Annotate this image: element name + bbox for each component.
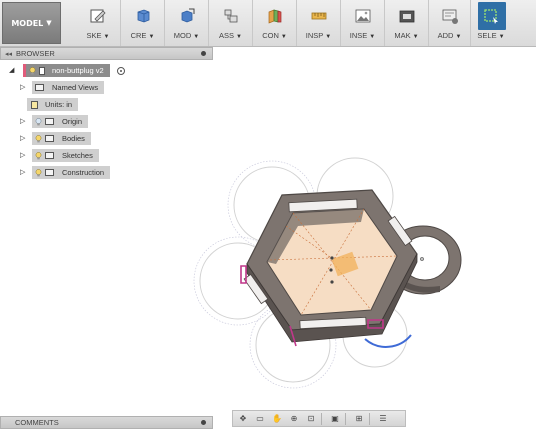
toolbar-insert-label: INSE — [349, 31, 368, 40]
caret-down-icon: ▼ — [46, 19, 52, 27]
browser-item-label: Named Views — [52, 83, 99, 92]
toolbar-assemble-label: ASS — [219, 31, 235, 40]
toolbar-select-group[interactable]: SELE ▼ — [471, 0, 511, 46]
toolbar-addins-group[interactable]: ADD ▼ — [429, 0, 471, 46]
browser-item-units[interactable]: Units: in — [27, 98, 79, 111]
comments-panel-header[interactable]: COMMENTS — [0, 416, 213, 429]
workspace-label: MODEL — [11, 18, 44, 28]
folder-icon — [45, 135, 54, 142]
toolbar-construct-label: CON — [262, 31, 279, 40]
panel-pin-icon[interactable] — [201, 420, 206, 425]
grid-icon[interactable]: ⊞ — [352, 413, 366, 425]
toolbar-inspect-label: INSP — [305, 31, 324, 40]
add-ins-icon — [442, 9, 458, 24]
activate-component-icon[interactable] — [116, 66, 125, 75]
toolbar-construct-group[interactable]: CON ▼ — [253, 0, 297, 46]
model-viewport[interactable] — [0, 47, 536, 429]
expand-triangle-icon[interactable]: ▷ — [20, 168, 28, 177]
create-box-icon — [137, 9, 149, 23]
toolbar-create-label: CRE — [130, 31, 147, 40]
browser-item-sketches[interactable]: ▷ Sketches — [20, 149, 99, 162]
collapse-arrows-icon[interactable]: ◂◂ — [5, 50, 12, 58]
browser-item-named-views[interactable]: ▷ Named Views — [20, 81, 105, 94]
units-document-icon — [31, 100, 38, 109]
zoom-icon[interactable]: ⊕ — [287, 413, 301, 425]
inspect-measure-icon — [311, 12, 326, 20]
expand-triangle-icon[interactable]: ▷ — [20, 134, 28, 143]
workspace-switcher-button[interactable]: MODEL ▼ — [2, 2, 61, 44]
browser-item-label: Origin — [62, 117, 83, 126]
browser-title: BROWSER — [16, 49, 55, 58]
hovered-circle-edge[interactable] — [364, 334, 412, 348]
toolbar-inspect-group[interactable]: INSP ▼ — [297, 0, 341, 46]
toolbar-sketch-label: SKE — [86, 31, 102, 40]
browser-item-bodies[interactable]: ▷ Bodies — [20, 132, 91, 145]
browser-item-origin[interactable]: ▷ Origin — [20, 115, 89, 128]
browser-item-label: Construction — [62, 168, 105, 177]
browser-item-label: Bodies — [62, 134, 85, 143]
folder-icon — [45, 118, 54, 125]
toolbar-create-group[interactable]: CRE ▼ — [121, 0, 165, 46]
display-settings-icon[interactable]: ▣ — [328, 413, 342, 425]
insert-image-icon — [355, 9, 370, 23]
assemble-icon — [224, 9, 237, 23]
visibility-bulb-icon[interactable] — [35, 117, 42, 126]
toolbar: MODEL ▼ SKE ▼ CRE ▼ MOD ▼ ASS ▼ CON ▼ IN… — [0, 0, 536, 47]
document-icon — [39, 66, 45, 75]
folder-icon — [35, 84, 44, 91]
orbit-icon[interactable]: ✥ — [236, 413, 250, 425]
modify-icon — [181, 8, 194, 23]
expand-triangle-icon[interactable]: ▷ — [20, 151, 28, 160]
pan-icon[interactable]: ✋ — [270, 413, 284, 425]
toolbar-modify-group[interactable]: MOD ▼ — [165, 0, 209, 46]
toolbar-modify-label: MOD — [173, 31, 192, 40]
visibility-bulb-icon[interactable] — [29, 66, 36, 75]
visibility-bulb-icon[interactable] — [35, 151, 42, 160]
panel-pin-icon[interactable] — [201, 51, 206, 56]
visibility-bulb-icon[interactable] — [35, 134, 42, 143]
look-at-icon[interactable]: ▭ — [253, 413, 267, 425]
make-print-icon — [399, 10, 414, 23]
toolbar-sketch-group[interactable]: SKE ▼ — [76, 0, 121, 46]
viewports-icon[interactable]: ☰ — [376, 413, 390, 425]
browser-item-label: Units: in — [45, 100, 73, 109]
construct-plane-icon — [268, 9, 281, 24]
folder-icon — [45, 169, 54, 176]
select-icon — [484, 9, 498, 24]
comments-title: COMMENTS — [15, 418, 59, 427]
sketch-icon — [90, 9, 106, 23]
fit-icon[interactable]: ⊡ — [304, 413, 318, 425]
browser-item-label: Sketches — [62, 151, 93, 160]
expand-triangle-icon[interactable]: ▷ — [20, 83, 28, 92]
browser-panel-header[interactable]: ◂◂ BROWSER — [0, 47, 213, 60]
toolbar-make-group[interactable]: MAK ▼ — [385, 0, 429, 46]
hexagon-body[interactable] — [243, 189, 418, 343]
visibility-bulb-icon[interactable] — [35, 168, 42, 177]
browser-item-construction[interactable]: ▷ Construction — [20, 166, 111, 179]
toolbar-addins-label: ADD — [437, 31, 454, 40]
toolbar-assemble-group[interactable]: ASS ▼ — [209, 0, 253, 46]
expand-triangle-icon[interactable]: ▷ — [20, 117, 28, 126]
collapse-triangle-icon[interactable]: ◢ — [9, 66, 17, 75]
browser-root-node[interactable]: ◢ non-buttplug v2 — [9, 64, 125, 77]
browser-root-label: non-buttplug v2 — [52, 66, 104, 75]
toolbar-make-label: MAK — [394, 31, 411, 40]
toolbar-select-label: SELE — [477, 31, 497, 40]
folder-icon — [45, 152, 54, 159]
toolbar-insert-group[interactable]: INSE ▼ — [341, 0, 385, 46]
navigation-bar: ✥ ▭ ✋ ⊕ ⊡ ▣ ⊞ ☰ — [232, 410, 406, 427]
